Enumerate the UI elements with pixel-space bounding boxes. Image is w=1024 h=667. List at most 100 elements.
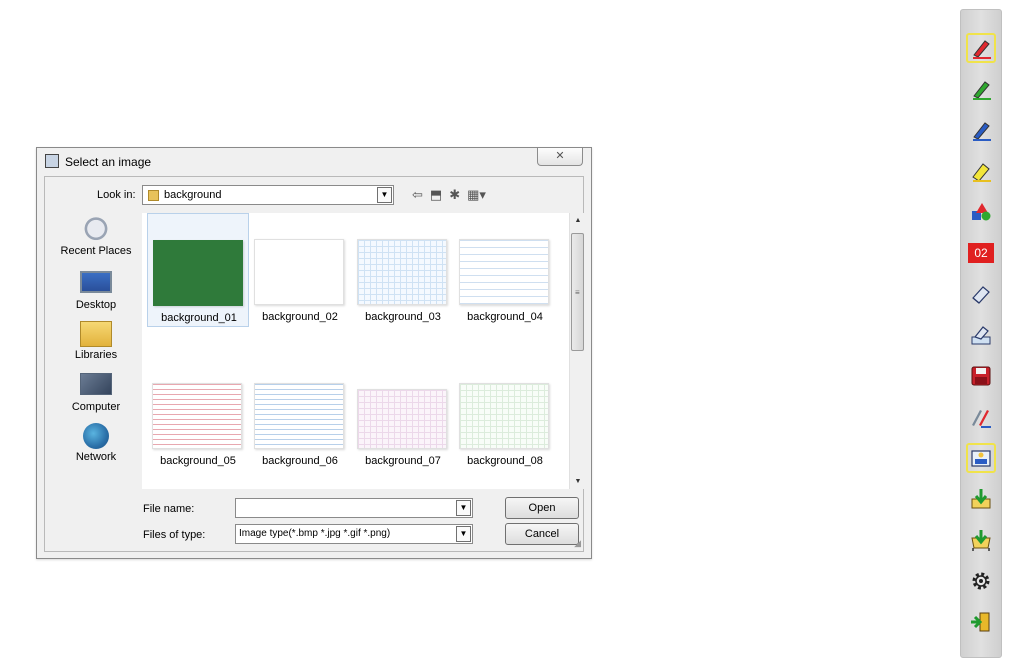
files-of-type-label: Files of type: — [143, 529, 206, 541]
thumbnail-image — [357, 239, 447, 305]
thumbnail-image — [459, 383, 549, 449]
thumbnail-image — [254, 383, 344, 449]
file-name-caption: background_01 — [161, 312, 237, 324]
file-item-background-05[interactable]: background_05 — [147, 357, 249, 471]
save-tool[interactable] — [966, 361, 996, 391]
thumbnail-image — [254, 239, 344, 305]
place-libraries[interactable]: Libraries — [51, 321, 141, 361]
up-folder-icon[interactable]: ⬒ — [430, 187, 442, 203]
thumbnail-image — [153, 240, 243, 306]
file-name-input[interactable] — [235, 498, 473, 518]
look-in-label: Look in: — [97, 189, 136, 201]
file-name-caption: background_07 — [365, 455, 441, 467]
green-pen-tool[interactable] — [966, 74, 996, 104]
desktop-icon — [80, 271, 112, 293]
file-name-caption: background_03 — [365, 311, 441, 323]
close-button[interactable]: ✕ — [537, 148, 583, 166]
file-name-caption: background_08 — [467, 455, 543, 467]
pen-settings-tool[interactable] — [966, 402, 996, 432]
place-computer[interactable]: Computer — [51, 373, 141, 413]
file-item-background-03[interactable]: background_03 — [352, 213, 454, 327]
recent-places-icon — [80, 217, 112, 243]
network-icon — [83, 423, 109, 449]
scroll-down-arrow-icon[interactable]: ▼ — [570, 478, 586, 485]
back-arrow-icon[interactable]: ⇦ — [412, 187, 423, 203]
navigation-toolbar: ⇦ ⬒ ✱ ▦▾ — [412, 187, 486, 203]
open-button[interactable]: Open — [505, 497, 579, 519]
look-in-dropdown[interactable]: background ▼ — [142, 185, 394, 205]
pen-settings-icon — [972, 410, 991, 428]
dialog-body: Look in: background ▼ ⇦ ⬒ ✱ ▦▾ Recent Pl… — [44, 176, 585, 552]
import-icon — [971, 489, 991, 509]
file-name-label: File name: — [143, 503, 195, 515]
exit-tool[interactable] — [966, 607, 996, 637]
blue-pen-tool[interactable] — [966, 115, 996, 145]
file-item-background-01[interactable]: background_01 — [147, 213, 249, 327]
folder-icon — [148, 190, 159, 201]
file-name-caption: background_06 — [262, 455, 338, 467]
export-tool[interactable] — [966, 525, 996, 555]
place-label: Recent Places — [60, 245, 132, 257]
background-tool[interactable] — [966, 443, 996, 473]
libraries-icon — [80, 321, 112, 347]
file-item-background-06[interactable]: background_06 — [249, 357, 351, 471]
red-pen-tool[interactable] — [966, 33, 996, 63]
file-item-background-08[interactable]: background_08 — [454, 357, 556, 471]
place-desktop[interactable]: Desktop — [51, 271, 141, 311]
red-pen-icon — [973, 40, 991, 59]
view-menu-icon[interactable]: ▦▾ — [467, 187, 486, 203]
settings-tool[interactable] — [966, 566, 996, 596]
eraser-icon — [972, 286, 990, 304]
annotation-toolbar: 02 — [960, 9, 1002, 658]
file-name-caption: background_05 — [160, 455, 236, 467]
shapes-icon — [972, 203, 991, 221]
chevron-down-icon[interactable]: ▼ — [456, 526, 471, 542]
resize-grip-icon[interactable]: ◢ — [574, 538, 581, 549]
clear-screen-tool[interactable] — [966, 320, 996, 350]
file-item-background-04[interactable]: background_04 — [454, 213, 556, 327]
title-bar[interactable]: Select an image ✕ — [37, 148, 591, 176]
gear-icon — [972, 572, 990, 590]
place-label: Desktop — [75, 299, 117, 311]
file-item-background-07[interactable]: background_07 — [352, 357, 454, 471]
thumbnail-image — [357, 389, 447, 449]
cancel-button[interactable]: Cancel — [505, 523, 579, 545]
thumbnail-image — [152, 383, 242, 449]
green-pen-icon — [973, 81, 991, 100]
page-number-badge: 02 — [968, 243, 994, 263]
computer-icon — [80, 373, 112, 395]
eraser-tool[interactable] — [966, 279, 996, 309]
file-list: background_01 background_02 background_0… — [142, 213, 579, 489]
chevron-down-icon[interactable]: ▼ — [456, 500, 471, 516]
app-icon — [45, 154, 59, 168]
place-label: Libraries — [74, 349, 118, 361]
place-label: Computer — [71, 401, 121, 413]
exit-door-icon — [971, 612, 990, 632]
file-item-background-02[interactable]: background_02 — [249, 213, 351, 327]
highlighter-icon — [972, 163, 991, 182]
dialog-title: Select an image — [65, 155, 152, 169]
background-image-icon — [971, 450, 991, 467]
highlighter-tool[interactable] — [966, 156, 996, 186]
place-recent-places[interactable]: Recent Places — [51, 217, 141, 257]
places-bar: Recent Places Desktop Libraries Computer… — [51, 217, 141, 477]
import-tool[interactable] — [966, 484, 996, 514]
place-label: Network — [75, 451, 117, 463]
page-number-tool[interactable]: 02 — [966, 238, 996, 268]
files-of-type-value: Image type(*.bmp *.jpg *.gif *.png) — [239, 528, 391, 539]
select-image-dialog: Select an image ✕ Look in: background ▼ … — [36, 147, 592, 559]
look-in-value: background — [164, 189, 222, 201]
scroll-thumb[interactable]: ≡ — [571, 233, 584, 351]
grip-icon: ≡ — [575, 288, 580, 297]
new-folder-icon[interactable]: ✱ — [449, 187, 460, 203]
files-of-type-dropdown[interactable]: Image type(*.bmp *.jpg *.gif *.png) ▼ — [235, 524, 473, 544]
chevron-down-icon[interactable]: ▼ — [377, 187, 392, 203]
place-network[interactable]: Network — [51, 423, 141, 463]
export-icon — [971, 530, 991, 551]
vertical-scrollbar[interactable]: ▲ ≡ ▼ — [569, 213, 585, 489]
clear-screen-icon — [971, 326, 991, 345]
file-name-caption: background_04 — [467, 311, 543, 323]
shapes-tool[interactable] — [966, 197, 996, 227]
scroll-up-arrow-icon[interactable]: ▲ — [570, 217, 586, 224]
file-name-caption: background_02 — [262, 311, 338, 323]
